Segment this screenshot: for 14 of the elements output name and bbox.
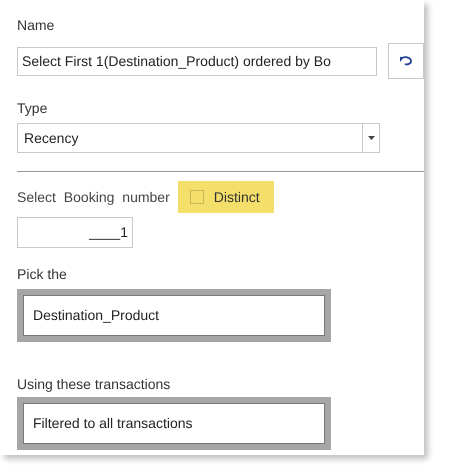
transactions-label: Using these transactions bbox=[17, 375, 172, 393]
name-label: Name bbox=[17, 16, 56, 34]
name-field[interactable]: Select First 1(Destination_Product) ordered by Bo bbox=[17, 46, 378, 76]
count-field[interactable]: ____1 bbox=[17, 217, 133, 248]
type-label: Type bbox=[17, 99, 48, 117]
select-label: Select Booking number bbox=[17, 188, 170, 206]
undo-button[interactable] bbox=[388, 43, 424, 79]
distinct-checkbox[interactable]: Distinct bbox=[178, 181, 274, 213]
caret-icon bbox=[368, 136, 374, 140]
pick-field[interactable]: Destination_Product bbox=[17, 289, 331, 342]
pick-label: Pick the bbox=[17, 265, 68, 283]
type-dropdown[interactable]: Recency bbox=[17, 123, 380, 153]
undo-icon bbox=[399, 56, 414, 66]
transactions-field[interactable]: Filtered to all transactions bbox=[17, 397, 331, 450]
